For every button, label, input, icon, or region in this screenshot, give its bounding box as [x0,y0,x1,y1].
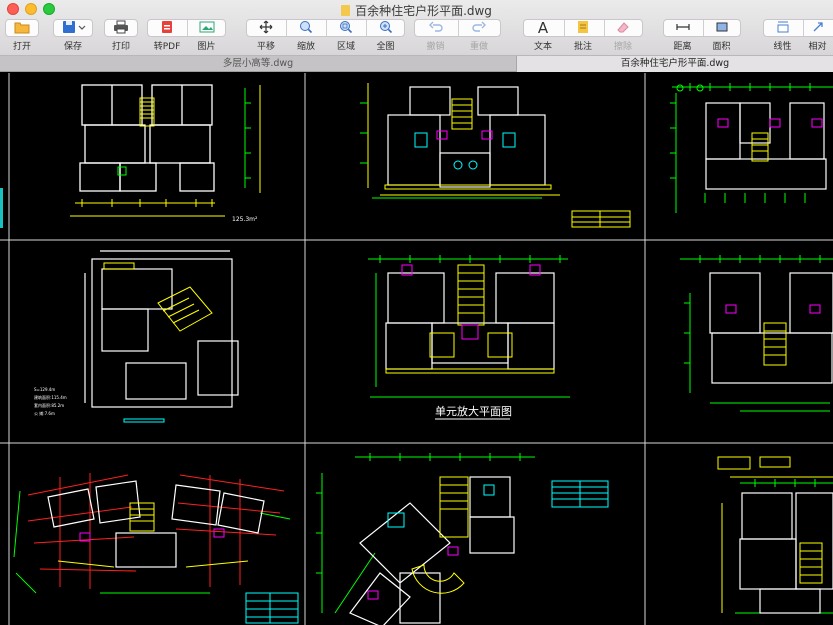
image-icon [187,19,226,37]
save-icon [53,19,93,37]
redo-button[interactable]: 重做 [457,19,501,53]
area-button[interactable]: 面积 [702,19,741,53]
area-stat-3: 套内面积:85.2m [34,402,64,408]
floor-plan-6 [680,255,833,412]
region-zoom-icon [326,19,366,37]
unit-plan-title: 单元放大平面图 [435,404,512,418]
move-icon [246,19,286,37]
sheet-grid [0,73,833,625]
print-button[interactable]: 打印 [104,19,138,53]
tab-label: 百余种住宅户形平面.dwg [620,58,730,69]
left-edge-marker [0,188,3,228]
floor-plan-2 [360,83,631,228]
floor-plan-3 [670,83,833,213]
printer-icon [104,19,138,37]
erase-button[interactable]: 擦除 [603,19,643,53]
save-button[interactable]: 保存 [53,19,93,53]
region-zoom-button[interactable]: 区域 [326,19,366,53]
zoom-icon [286,19,326,37]
floor-plan-1: 125.3m² [70,84,261,223]
titlebar: 百余种住宅户形平面.dwg 打开 保存 打印 转PDF 图片 平移 缩放 区域 … [0,0,833,56]
document-icon [341,5,351,16]
linear-icon [763,19,802,37]
fit-all-button[interactable]: 全图 [366,19,405,53]
distance-button[interactable]: 距离 [663,19,702,53]
linear-button[interactable]: 线性 [763,19,802,53]
window-title-bar: 百余种住宅户形平面.dwg [0,2,833,19]
pan-button[interactable]: 平移 [246,19,286,53]
redo-icon [457,19,501,37]
relative-button[interactable]: 相对 [802,19,833,53]
fit-icon [366,19,405,37]
floor-plan-9 [717,456,833,614]
undo-icon [414,19,457,37]
eraser-icon [603,19,643,37]
pdf-icon [147,19,187,37]
text-button[interactable]: A 文本 [523,19,563,53]
document-tab-bar: 多层小高等.dwg 百余种住宅户形平面.dwg [0,56,833,72]
tab-residential-plans-dwg[interactable]: 百余种住宅户形平面.dwg [516,56,833,72]
tab-multistory-dwg[interactable]: 多层小高等.dwg [0,56,516,72]
area-stat-2: 建筑面积:115.4m [34,394,67,400]
area-note: 125.3m² [232,216,258,223]
app-window: 百余种住宅户形平面.dwg 打开 保存 打印 转PDF 图片 平移 缩放 区域 … [0,0,833,625]
tab-label: 多层小高等.dwg [222,58,294,69]
cad-drawing-canvas[interactable]: 125.3m² S=129.4m 建筑面积:115.4m 套内面积:85.2m … [0,73,833,625]
cad-drawing: 125.3m² S=129.4m 建筑面积:115.4m 套内面积:85.2m … [0,73,833,625]
annotation-icon [563,19,603,37]
distance-icon [663,19,702,37]
window-title: 百余种住宅户形平面.dwg [355,4,492,18]
undo-button[interactable]: 撤销 [414,19,457,53]
floor-plan-8 [316,453,609,625]
relative-icon [802,19,833,37]
floor-plan-7 [13,473,299,624]
area-stat-1: S=129.4m [34,387,55,392]
area-stat-4: 公 摊:7.6m [34,410,55,416]
text-icon: A [537,19,549,37]
convert-pdf-button[interactable]: 转PDF [147,19,187,53]
folder-icon [5,19,39,37]
floor-plan-4: S=129.4m 建筑面积:115.4m 套内面积:85.2m 公 摊:7.6m [34,250,239,423]
area-icon [702,19,741,37]
floor-plan-5: 单元放大平面图 [368,255,570,420]
export-image-button[interactable]: 图片 [187,19,226,53]
open-button[interactable]: 打开 [5,19,39,53]
zoom-button[interactable]: 缩放 [286,19,326,53]
annotate-button[interactable]: 批注 [563,19,603,53]
